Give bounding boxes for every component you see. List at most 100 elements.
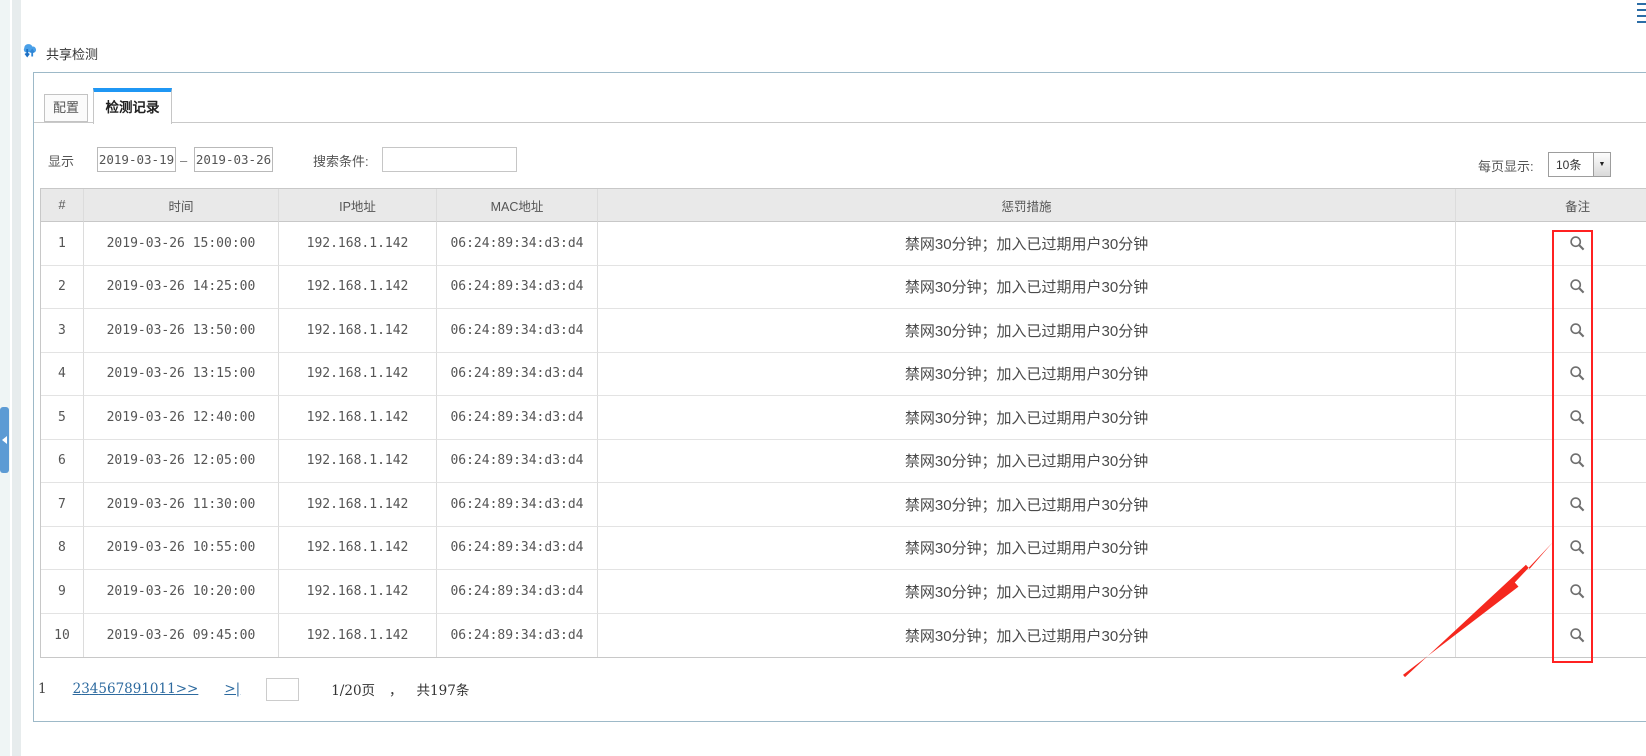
cell-punishment: 禁网30分钟；加入已过期用户30分钟 <box>598 222 1456 266</box>
chevron-left-icon <box>2 436 7 444</box>
page-title: 共享检测 <box>46 44 98 63</box>
cell-punishment: 禁网30分钟；加入已过期用户30分钟 <box>598 570 1456 614</box>
cell-punishment: 禁网30分钟；加入已过期用户30分钟 <box>598 309 1456 353</box>
cell-time: 2019-03-26 09:45:00 <box>84 614 279 658</box>
column-header-5: 备注 <box>1456 189 1646 222</box>
cell-mac: 06:24:89:34:d3:d4 <box>437 353 598 397</box>
pagination-page-link[interactable]: 8 <box>124 681 133 697</box>
cell-mac: 06:24:89:34:d3:d4 <box>437 396 598 440</box>
cell-index: 10 <box>41 614 84 658</box>
table-header-row: #时间IP地址MAC地址惩罚措施备注 <box>41 189 1646 222</box>
pagination-last-page[interactable]: >| <box>224 681 240 697</box>
cell-mac: 06:24:89:34:d3:d4 <box>437 614 598 658</box>
cell-ip: 192.168.1.142 <box>279 396 437 440</box>
cell-time: 2019-03-26 12:40:00 <box>84 396 279 440</box>
cell-mac: 06:24:89:34:d3:d4 <box>437 440 598 484</box>
cell-ip: 192.168.1.142 <box>279 222 437 266</box>
cell-mac: 06:24:89:34:d3:d4 <box>437 483 598 527</box>
table-row: 52019-03-26 12:40:00192.168.1.14206:24:8… <box>41 396 1646 440</box>
date-start-input[interactable] <box>97 147 176 172</box>
column-header-1: 时间 <box>84 189 279 222</box>
pagination-page-link[interactable]: 9 <box>133 681 142 697</box>
left-gutter-strip <box>0 0 10 756</box>
left-gutter-strip-inner <box>12 0 21 756</box>
cell-time: 2019-03-26 14:25:00 <box>84 266 279 310</box>
column-header-2: IP地址 <box>279 189 437 222</box>
pagination-page-link[interactable]: 5 <box>98 681 107 697</box>
pagination-total-info: 共197条 <box>417 679 470 699</box>
cell-index: 2 <box>41 266 84 310</box>
tab-config[interactable]: 配置 <box>44 94 88 122</box>
pagination-next-set[interactable]: >> <box>176 681 199 697</box>
pagination-page-link[interactable]: 3 <box>81 681 90 697</box>
cell-ip: 192.168.1.142 <box>279 614 437 658</box>
pagination-page-link[interactable]: 11 <box>159 681 176 697</box>
table-row: 72019-03-26 11:30:00192.168.1.14206:24:8… <box>41 483 1646 527</box>
pagination-jump-input[interactable] <box>266 678 299 701</box>
column-header-4: 惩罚措施 <box>598 189 1456 222</box>
tab-strip-divider <box>34 122 1646 123</box>
cell-index: 1 <box>41 222 84 266</box>
cell-ip: 192.168.1.142 <box>279 527 437 571</box>
pagination-current-page: 1 <box>38 681 47 697</box>
cell-mac: 06:24:89:34:d3:d4 <box>437 266 598 310</box>
cell-time: 2019-03-26 15:00:00 <box>84 222 279 266</box>
cell-time: 2019-03-26 12:05:00 <box>84 440 279 484</box>
pagination-page-link[interactable]: 7 <box>116 681 125 697</box>
cell-punishment: 禁网30分钟；加入已过期用户30分钟 <box>598 440 1456 484</box>
cell-ip: 192.168.1.142 <box>279 353 437 397</box>
date-range-dash: – <box>180 147 187 173</box>
pagination-page-link[interactable]: 2 <box>73 681 82 697</box>
cell-time: 2019-03-26 10:20:00 <box>84 570 279 614</box>
table-row: 22019-03-26 14:25:00192.168.1.14206:24:8… <box>41 266 1646 310</box>
cell-time: 2019-03-26 10:55:00 <box>84 527 279 571</box>
display-range-label: 显示 <box>48 147 74 173</box>
panel-collapse-handle[interactable] <box>0 407 9 473</box>
cell-punishment: 禁网30分钟；加入已过期用户30分钟 <box>598 396 1456 440</box>
per-page-label: 每页显示: <box>1478 152 1534 178</box>
cell-ip: 192.168.1.142 <box>279 483 437 527</box>
cell-punishment: 禁网30分钟；加入已过期用户30分钟 <box>598 353 1456 397</box>
pagination-page-info: 1/20页 <box>331 679 375 699</box>
per-page-value: 10条 <box>1549 153 1593 176</box>
cell-mac: 06:24:89:34:d3:d4 <box>437 570 598 614</box>
cell-index: 6 <box>41 440 84 484</box>
tab-detection-records[interactable]: 检测记录 <box>93 88 172 124</box>
table-row: 62019-03-26 12:05:00192.168.1.14206:24:8… <box>41 440 1646 484</box>
search-condition-input[interactable] <box>382 147 517 172</box>
column-header-0: # <box>41 189 84 222</box>
table-row: 12019-03-26 15:00:00192.168.1.14206:24:8… <box>41 222 1646 266</box>
cell-punishment: 禁网30分钟；加入已过期用户30分钟 <box>598 614 1456 658</box>
cloud-transfer-icon <box>19 39 41 61</box>
cell-index: 3 <box>41 309 84 353</box>
table-row: 32019-03-26 13:50:00192.168.1.14206:24:8… <box>41 309 1646 353</box>
cell-time: 2019-03-26 11:30:00 <box>84 483 279 527</box>
date-end-input[interactable] <box>194 147 273 172</box>
cell-mac: 06:24:89:34:d3:d4 <box>437 222 598 266</box>
search-condition-label: 搜索条件: <box>313 147 369 173</box>
cell-mac: 06:24:89:34:d3:d4 <box>437 527 598 571</box>
cell-mac: 06:24:89:34:d3:d4 <box>437 309 598 353</box>
per-page-select[interactable]: 10条 ▼ <box>1548 152 1611 177</box>
cell-index: 5 <box>41 396 84 440</box>
pagination-bar: 1 234567891011 >> >| 1/20页 ， 共197条 <box>33 676 469 702</box>
cell-ip: 192.168.1.142 <box>279 440 437 484</box>
annotation-arrow <box>1390 530 1570 690</box>
chevron-down-icon[interactable]: ▼ <box>1593 153 1610 176</box>
pagination-separator: ， <box>389 679 403 699</box>
cell-time: 2019-03-26 13:15:00 <box>84 353 279 397</box>
cell-ip: 192.168.1.142 <box>279 309 437 353</box>
top-right-dotted-marker <box>1632 3 1646 27</box>
cell-index: 9 <box>41 570 84 614</box>
cell-punishment: 禁网30分钟；加入已过期用户30分钟 <box>598 527 1456 571</box>
pagination-page-link[interactable]: 6 <box>107 681 116 697</box>
column-header-3: MAC地址 <box>437 189 598 222</box>
pagination-page-link[interactable]: 4 <box>90 681 99 697</box>
table-row: 42019-03-26 13:15:00192.168.1.14206:24:8… <box>41 353 1646 397</box>
cell-ip: 192.168.1.142 <box>279 570 437 614</box>
pagination-page-link[interactable]: 10 <box>141 681 158 697</box>
cell-time: 2019-03-26 13:50:00 <box>84 309 279 353</box>
cell-punishment: 禁网30分钟；加入已过期用户30分钟 <box>598 266 1456 310</box>
cell-index: 4 <box>41 353 84 397</box>
cell-punishment: 禁网30分钟；加入已过期用户30分钟 <box>598 483 1456 527</box>
